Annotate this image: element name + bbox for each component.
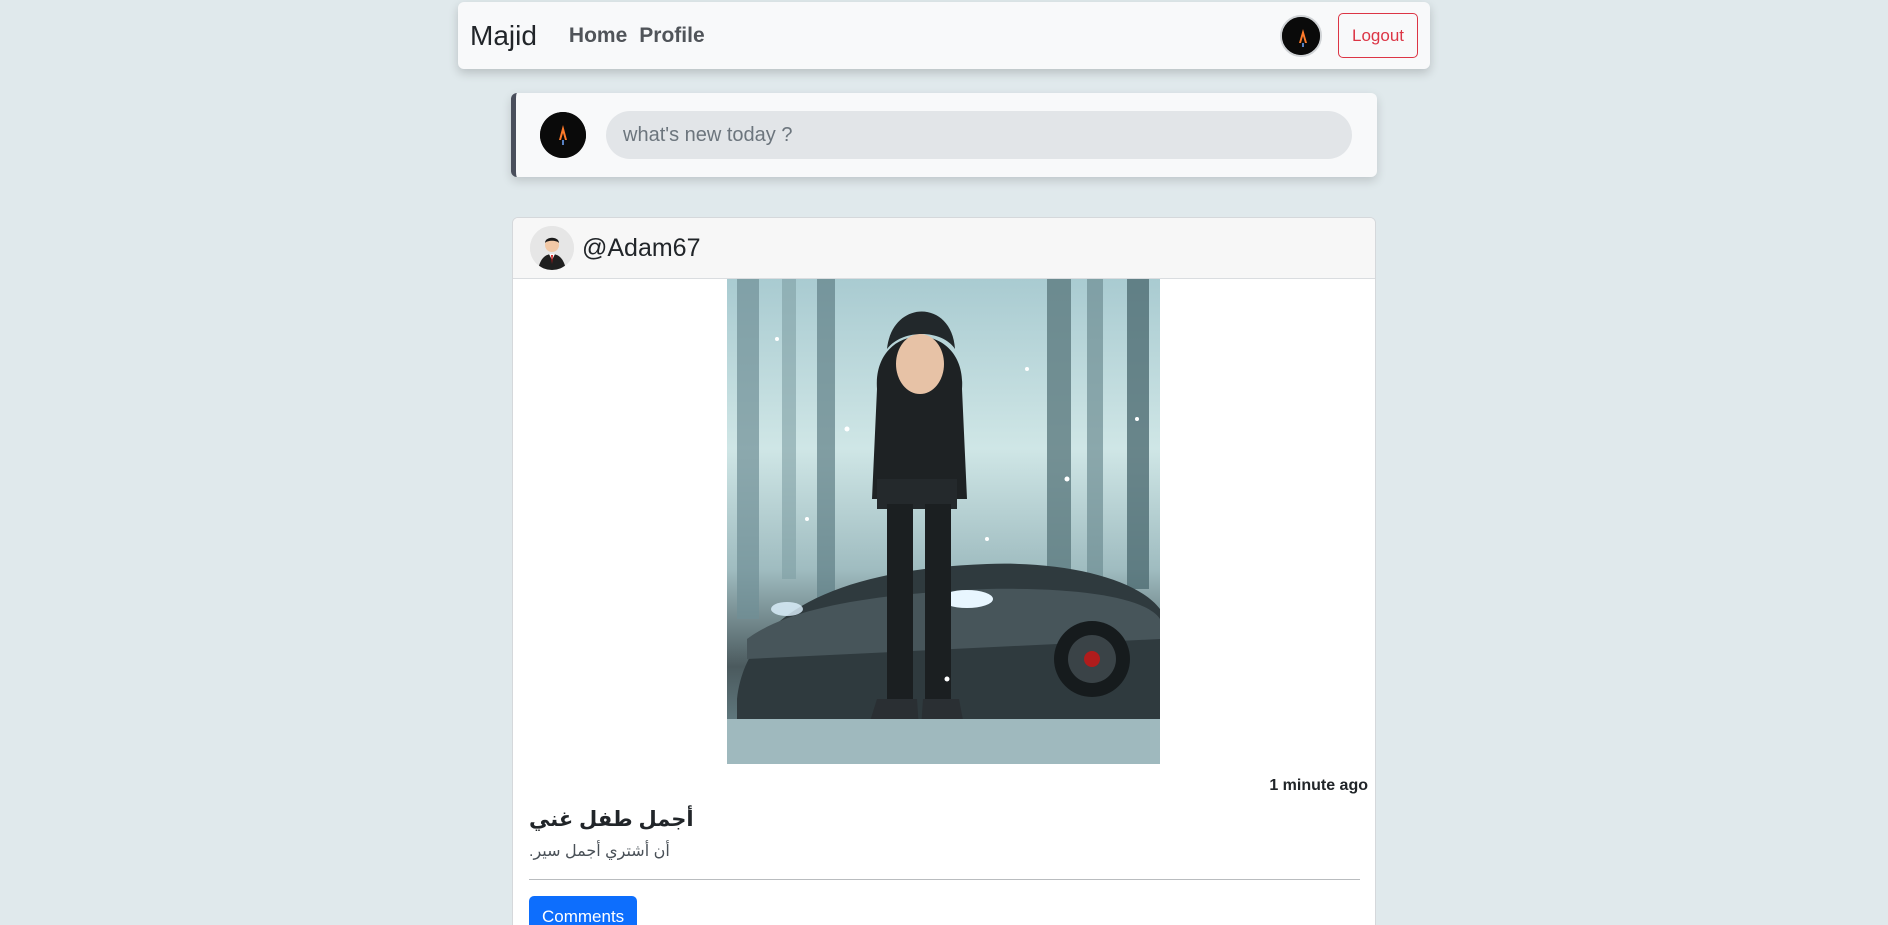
author-avatar[interactable]: [530, 226, 574, 270]
author-username[interactable]: @Adam67: [582, 234, 701, 263]
post-body: أن أشتري أجمل سير.: [529, 843, 670, 860]
logout-button[interactable]: Logout: [1338, 13, 1418, 58]
brand-logo[interactable]: Majid: [470, 20, 537, 52]
post-header: @Adam67: [513, 218, 1375, 279]
user-avatar[interactable]: [1280, 14, 1322, 57]
composer-avatar-icon: [540, 112, 586, 158]
top-navbar: Majid Home Profile Logout: [458, 2, 1430, 69]
whats-new-input[interactable]: [606, 111, 1352, 159]
post-timestamp: 1 minute ago: [1269, 777, 1368, 794]
user-avatar-icon: [1282, 16, 1320, 55]
composer-avatar: [540, 112, 586, 158]
post-image-illustration: [727, 279, 1160, 764]
businessman-avatar-icon: [530, 226, 574, 270]
comments-button[interactable]: Comments: [529, 896, 638, 925]
nav-link-home[interactable]: Home: [569, 24, 627, 48]
post-divider: [529, 879, 1360, 880]
post-image[interactable]: [727, 279, 1160, 764]
post-composer: [511, 93, 1377, 177]
nav-link-profile[interactable]: Profile: [639, 24, 704, 48]
post-card: @Adam67 1 minute ago أجمل طفل غني أن أشت…: [512, 217, 1376, 925]
post-title: أجمل طفل غني: [529, 808, 694, 831]
